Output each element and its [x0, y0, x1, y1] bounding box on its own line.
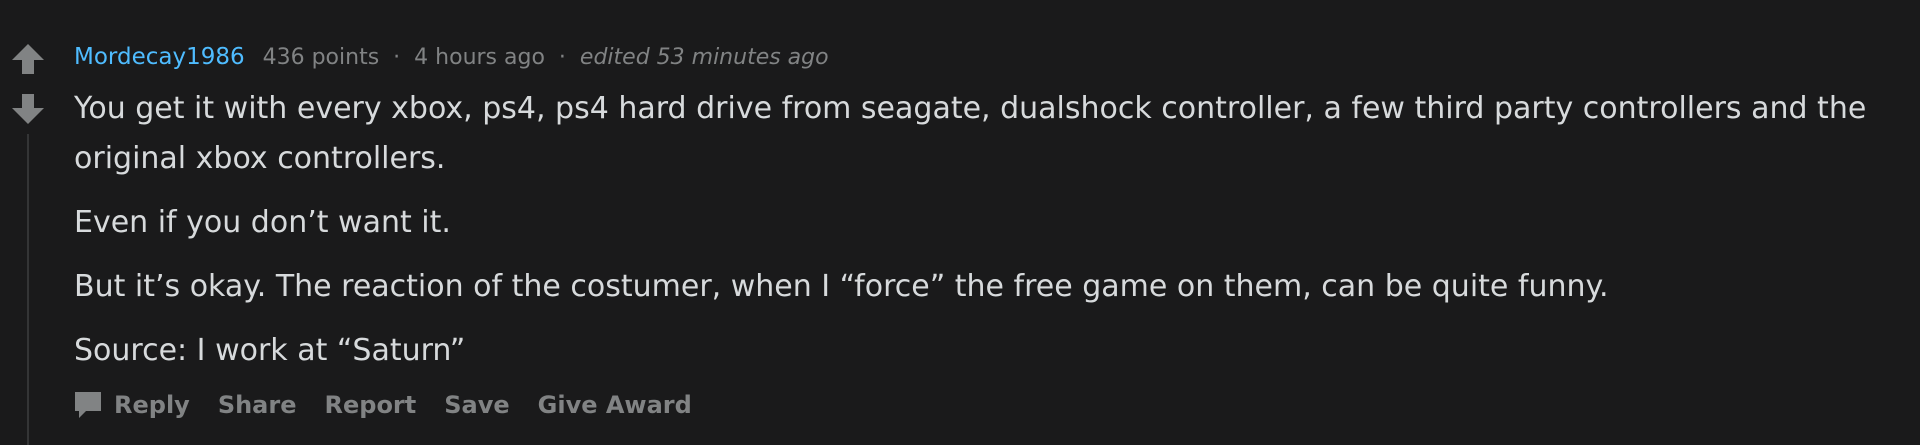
comment-paragraph: But it’s okay. The reaction of the costu…	[74, 269, 1609, 304]
save-button[interactable]: Save	[444, 391, 509, 419]
share-label: Share	[217, 391, 297, 419]
give-award-button[interactable]: Give Award	[538, 391, 692, 419]
comment-paragraph: Even if you don’t want it.	[74, 205, 451, 240]
vote-column	[10, 42, 46, 445]
thread-line[interactable]	[27, 134, 29, 445]
speech-bubble-icon	[72, 389, 104, 421]
report-label: Report	[324, 391, 417, 419]
comment-meta: Mordecay1986 436 points · 4 hours ago · …	[74, 40, 829, 74]
meta-separator: ·	[393, 44, 401, 70]
comment-paragraph: You get it with every xbox, ps4, ps4 har…	[74, 91, 1867, 176]
downvote-icon[interactable]	[10, 92, 46, 126]
timestamp[interactable]: 4 hours ago	[414, 45, 545, 70]
author-username[interactable]: Mordecay1986	[74, 44, 245, 70]
edited-timestamp: edited 53 minutes ago	[579, 44, 829, 70]
share-button[interactable]: Share	[218, 391, 297, 419]
comment-body: You get it with every xbox, ps4, ps4 har…	[74, 84, 1894, 390]
save-label: Save	[444, 391, 510, 419]
reply-button[interactable]: Reply	[72, 389, 190, 421]
reply-label: Reply	[114, 391, 190, 419]
give-award-label: Give Award	[537, 391, 692, 419]
report-button[interactable]: Report	[325, 391, 417, 419]
meta-separator: ·	[558, 44, 566, 70]
comment-actions: Reply Share Report Save Give Award	[72, 383, 692, 427]
comment: Mordecay1986 436 points · 4 hours ago · …	[0, 0, 1920, 445]
comment-paragraph: Source: I work at “Saturn”	[74, 333, 466, 368]
upvote-icon[interactable]	[10, 42, 46, 76]
points-count: 436 points	[262, 44, 380, 70]
